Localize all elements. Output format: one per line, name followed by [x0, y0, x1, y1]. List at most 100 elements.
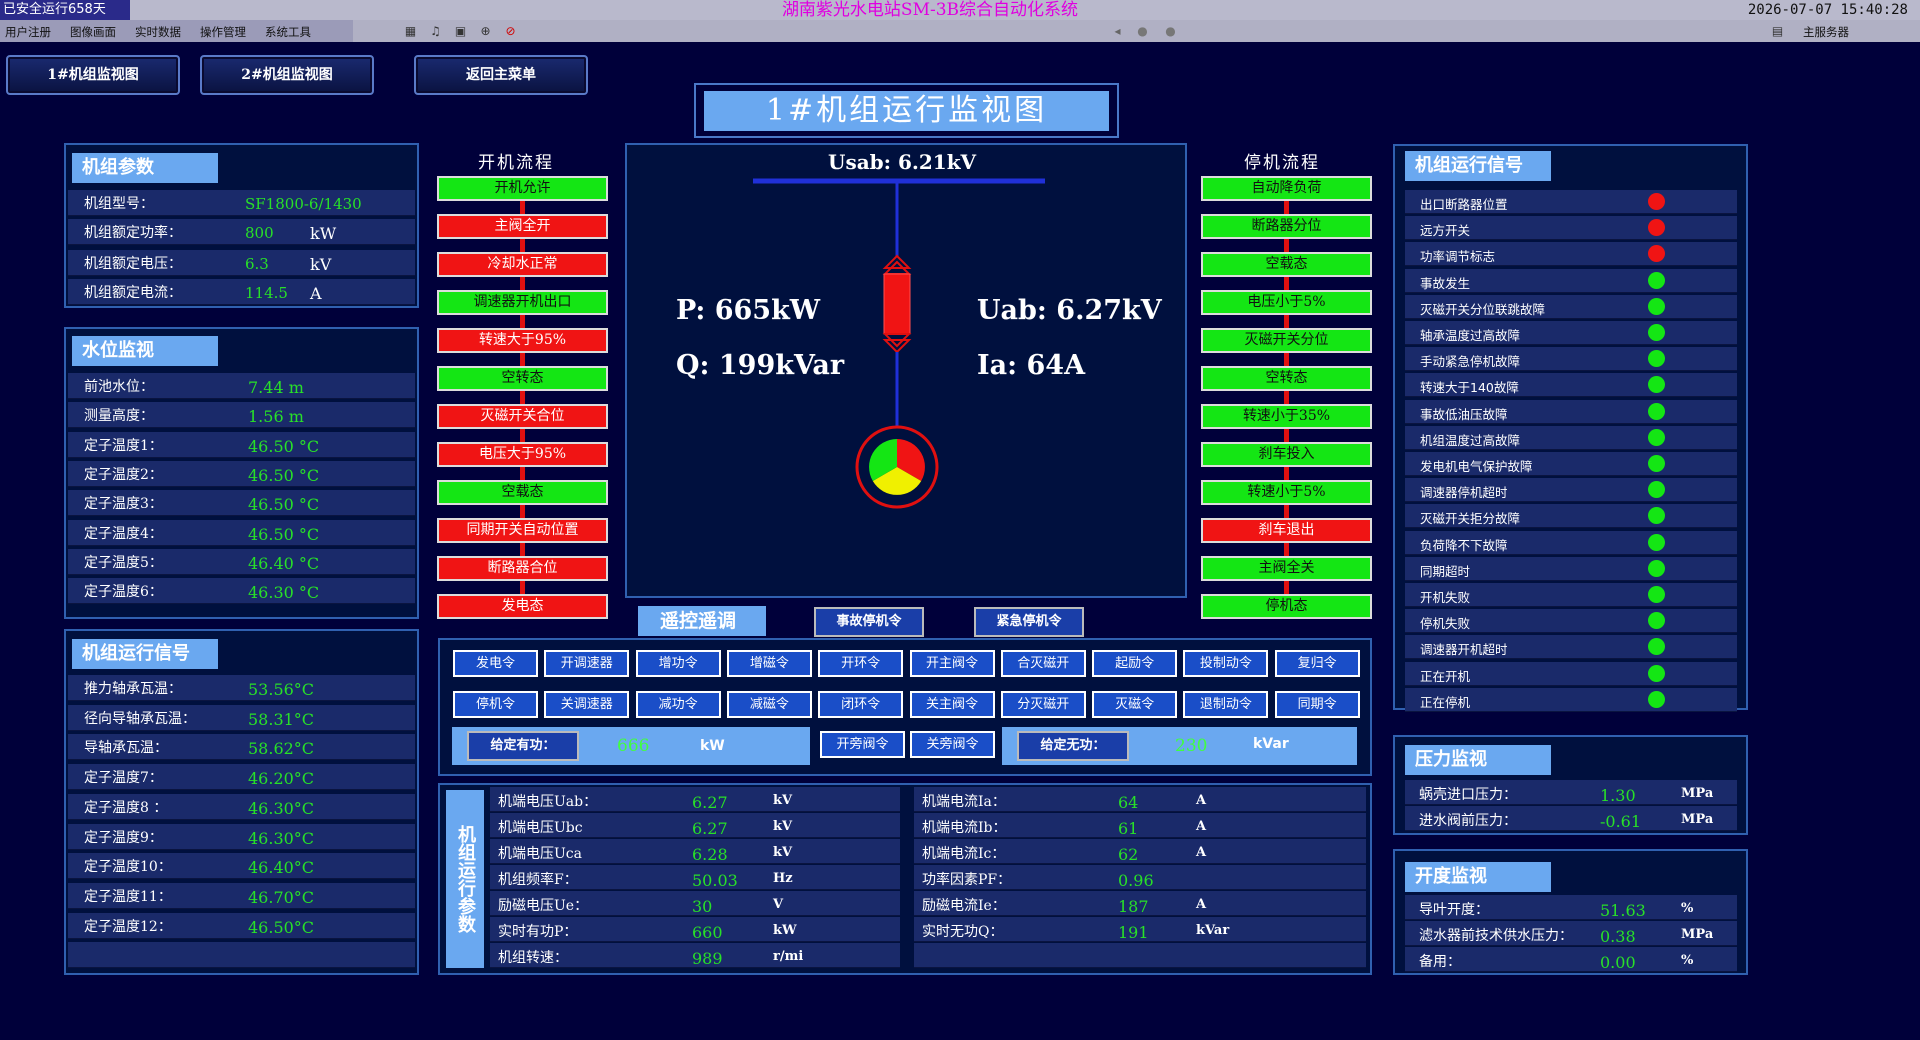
command-button[interactable]: 减磁令 — [726, 691, 812, 718]
command-button[interactable]: 分灭磁开 — [1000, 691, 1086, 718]
status-indicator-icon — [1648, 481, 1665, 499]
report-icon[interactable]: ▣ — [453, 24, 468, 38]
flow-connector — [1284, 315, 1289, 328]
run-param-unit: A — [1196, 793, 1207, 808]
keyboard-icon[interactable]: ▦ — [403, 24, 418, 38]
run-param-label: 机组转速： — [498, 950, 568, 966]
command-button[interactable]: 同期令 — [1274, 691, 1360, 718]
flow-step: 空转态 — [437, 366, 608, 391]
command-button[interactable]: 关调速器 — [544, 691, 630, 718]
unit2-monitor-button[interactable]: 2#机组监视图 — [200, 55, 374, 95]
command-button[interactable]: 关主阀令 — [909, 691, 995, 718]
set-reactive-power-unit: kVar — [1253, 736, 1289, 752]
command-button[interactable]: 灭磁令 — [1092, 691, 1178, 718]
menu-user-register[interactable]: 用户注册 — [5, 24, 51, 40]
run-param-row: 实时无功Q： 191 kVar — [914, 917, 1366, 942]
opening-title: 开度监视 — [1405, 862, 1551, 892]
menu-realtime-data[interactable]: 实时数据 — [135, 24, 181, 40]
set-active-power-unit: kW — [700, 738, 725, 754]
flow-step: 转速小于35% — [1201, 404, 1372, 429]
close-bypass-valve-button[interactable]: 关旁阀令 — [910, 731, 995, 758]
command-button[interactable]: 合灭磁开 — [1000, 650, 1086, 677]
run-signal-value: 58.62°C — [248, 739, 315, 759]
water-monitor-value: 46.50 °C — [248, 436, 320, 456]
monitor-unit: % — [1681, 953, 1694, 968]
flow-connector — [1284, 391, 1289, 404]
unit-param-value: 800 — [245, 224, 274, 242]
run-signal-row: 导轴承瓦温： 58.62°C — [68, 734, 415, 761]
run-signal-label: 定子温度9： — [84, 829, 163, 846]
status-indicator-icon — [1648, 376, 1665, 394]
flow-step: 灭磁开关合位 — [437, 404, 608, 429]
status-signal-row: 机组温度过高故障 — [1405, 425, 1737, 450]
status-signal-row: 正在开机 — [1405, 661, 1737, 686]
command-button[interactable]: 投制动令 — [1183, 650, 1269, 677]
menu-system-tools[interactable]: 系统工具 — [265, 24, 311, 40]
run-signal-value: 46.70°C — [248, 887, 315, 907]
monitor-unit: MPa — [1681, 812, 1714, 827]
run-param-value: 6.28 — [692, 845, 728, 864]
run-params-title: 机组运行参数 — [446, 790, 484, 968]
command-button[interactable]: 起励令 — [1092, 650, 1178, 677]
flow-step: 冷却水正常 — [437, 252, 608, 277]
run-param-value: 6.27 — [692, 819, 728, 838]
flow-connector — [1284, 467, 1289, 480]
water-monitor-label: 定子温度5： — [84, 554, 163, 571]
flow-step: 发电态 — [437, 594, 608, 619]
run-param-value: 191 — [1118, 923, 1149, 942]
emergency-stop-button[interactable]: 紧急停机令 — [974, 607, 1084, 637]
command-button[interactable]: 停机令 — [453, 691, 538, 718]
command-button[interactable]: 开环令 — [818, 650, 904, 677]
run-signal-label: 推力轴承瓦温： — [84, 681, 182, 697]
status-signal-row: 转速大于140故障 — [1405, 373, 1737, 398]
record-icon-2[interactable]: ● — [1163, 24, 1178, 38]
monitor-label: 备用： — [1419, 954, 1461, 970]
start-flow-title: 开机流程 — [478, 153, 554, 173]
open-bypass-valve-button[interactable]: 开旁阀令 — [820, 731, 905, 758]
flow-step: 转速大于95% — [437, 328, 608, 353]
bell-icon[interactable]: ♫ — [428, 24, 443, 38]
menu-operation-management[interactable]: 操作管理 — [200, 24, 246, 40]
monitor-row: 备用： 0.00% — [1405, 947, 1737, 972]
command-button[interactable]: 减功令 — [635, 691, 721, 718]
run-param-row: 机组频率F： 50.03 Hz — [490, 865, 900, 890]
unit1-monitor-button[interactable]: 1#机组监视图 — [6, 55, 180, 95]
water-monitor-value: 46.50 °C — [248, 495, 320, 515]
command-button[interactable]: 复归令 — [1274, 650, 1360, 677]
status-signal-row: 远方开关 — [1405, 216, 1737, 241]
flow-step: 空载态 — [1201, 252, 1372, 277]
status-indicator-icon — [1648, 245, 1665, 263]
accident-stop-button[interactable]: 事故停机令 — [814, 607, 924, 637]
command-button[interactable]: 开调速器 — [544, 650, 630, 677]
status-signal-row: 负荷降不下故障 — [1405, 530, 1737, 555]
set-reactive-power-value[interactable]: 230 — [1175, 736, 1207, 756]
lock-icon[interactable]: ⊕ — [478, 24, 493, 38]
command-button[interactable]: 闭环令 — [818, 691, 904, 718]
record-icon[interactable]: ● — [1135, 24, 1150, 38]
flow-step: 主阀全开 — [437, 214, 608, 239]
status-indicator-icon — [1648, 559, 1665, 577]
command-button[interactable]: 增功令 — [635, 650, 721, 677]
command-button[interactable]: 开主阀令 — [909, 650, 995, 677]
unit-params-title: 机组参数 — [72, 153, 218, 183]
command-button[interactable]: 发电令 — [453, 650, 538, 677]
flow-step: 刹车投入 — [1201, 442, 1372, 467]
flow-step: 电压小于5% — [1201, 290, 1372, 315]
flow-step: 主阀全关 — [1201, 556, 1372, 581]
monitor-unit: MPa — [1681, 927, 1714, 942]
set-active-power-value[interactable]: 666 — [617, 736, 649, 756]
speaker-icon[interactable]: ◂ — [1110, 24, 1125, 38]
run-signal-label: 径向导轴承瓦温： — [84, 710, 196, 727]
run-signal-value: 46.30°C — [248, 828, 315, 848]
unit-param-unit: A — [310, 284, 322, 303]
back-main-menu-button[interactable]: 返回主菜单 — [414, 55, 588, 95]
menu-image-screen[interactable]: 图像画面 — [70, 24, 116, 40]
unit-param-value: 114.5 — [245, 284, 288, 302]
stop-icon[interactable]: ⊘ — [503, 24, 518, 38]
flow-step: 断路器合位 — [437, 556, 608, 581]
run-signal-value: 46.40°C — [248, 858, 315, 878]
safe-running-indicator: 已安全运行658天 — [0, 0, 130, 20]
flow-connector — [520, 429, 525, 442]
command-button[interactable]: 增磁令 — [726, 650, 812, 677]
command-button[interactable]: 退制动令 — [1183, 691, 1269, 718]
